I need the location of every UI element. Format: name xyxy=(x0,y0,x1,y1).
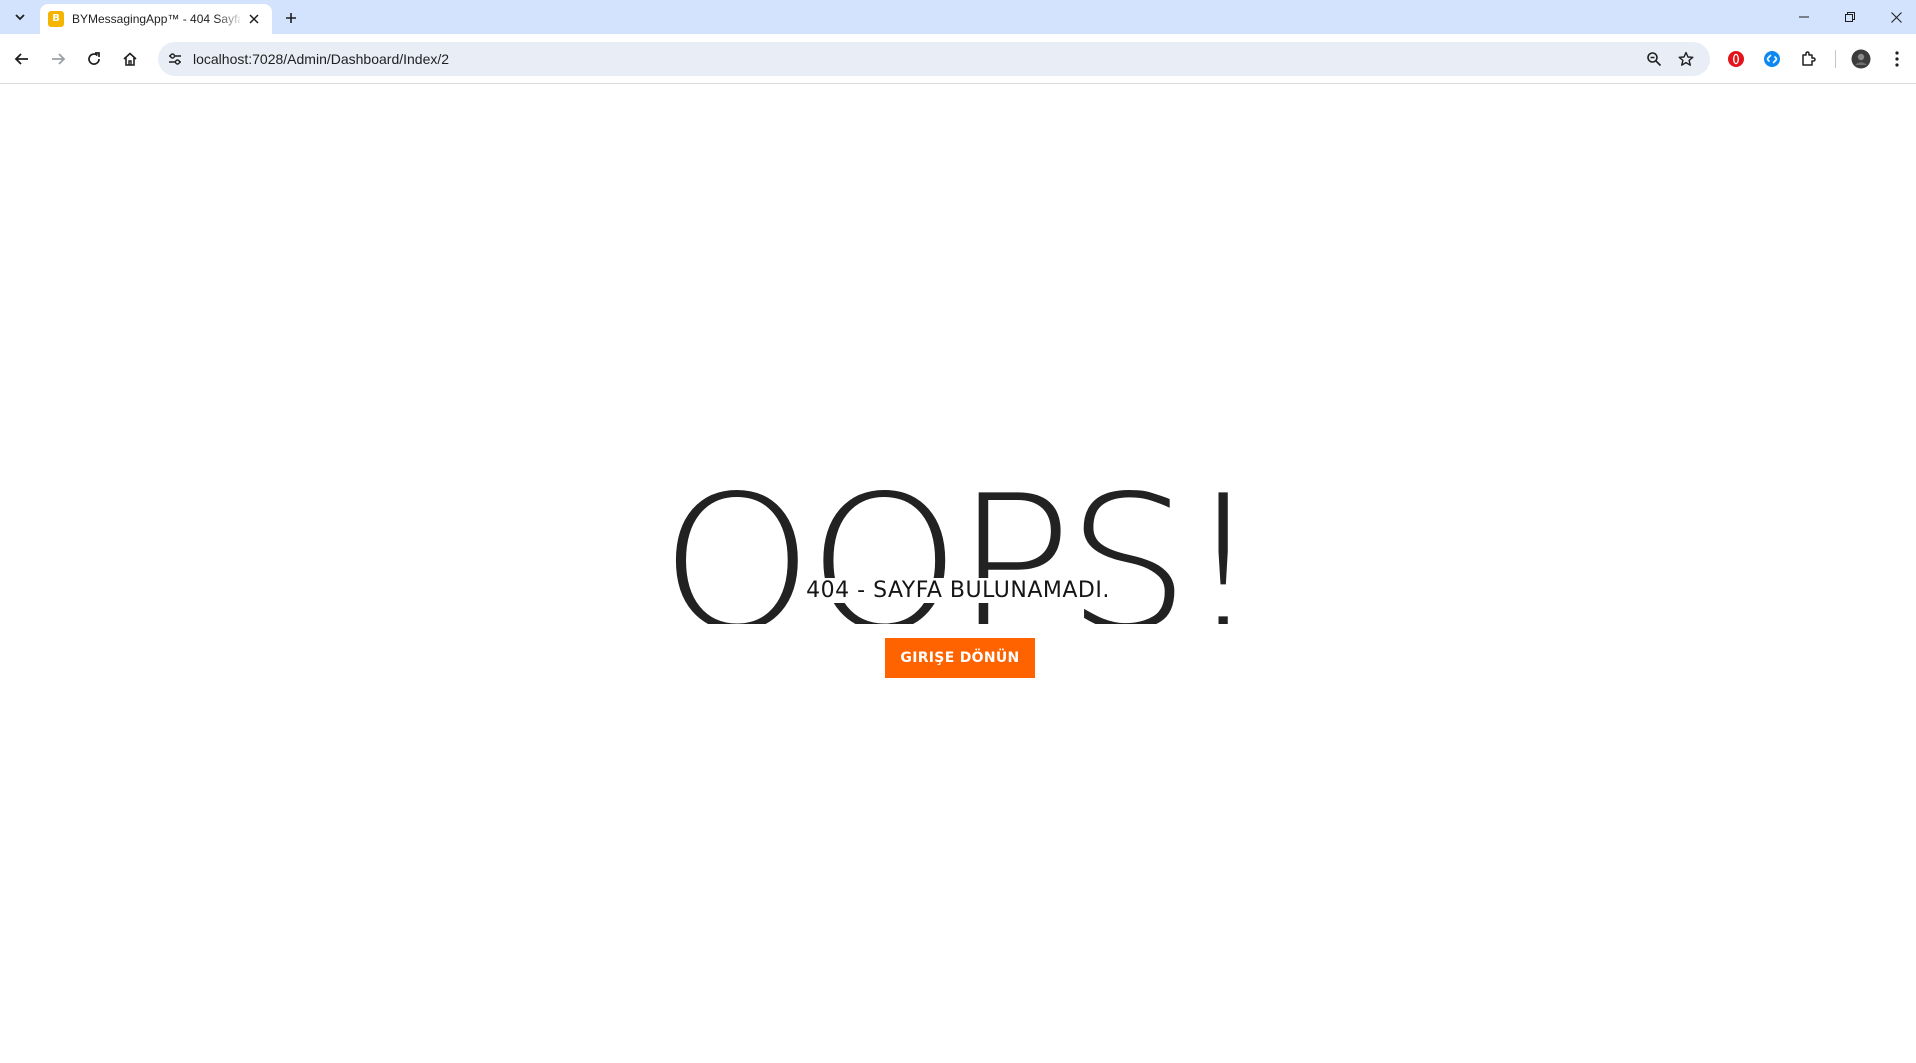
tab-list-button[interactable] xyxy=(8,6,32,28)
kebab-menu-icon xyxy=(1895,51,1899,67)
close-icon xyxy=(249,14,259,24)
puzzle-icon xyxy=(1802,51,1816,66)
shazam-extension-button[interactable] xyxy=(1761,48,1783,70)
extensions-button[interactable] xyxy=(1798,48,1820,70)
bookmark-button[interactable] xyxy=(1676,49,1696,69)
opera-extension-button[interactable] xyxy=(1725,48,1747,70)
tab-strip: B BYMessagingApp™ - 404 Sayfa Bulunamadı xyxy=(0,0,1916,34)
error-subtitle-text: 404 - SAYFA BULUNAMADI. xyxy=(804,578,1112,603)
home-button[interactable] xyxy=(116,45,144,73)
error-subtitle: 404 - SAYFA BULUNAMADI. xyxy=(658,578,1258,603)
zoom-icon xyxy=(1647,52,1662,67)
page-content: OOPS! 404 - SAYFA BULUNAMADI. GIRIŞE DÖN… xyxy=(0,84,1916,1063)
active-tab[interactable]: B BYMessagingApp™ - 404 Sayfa Bulunamadı xyxy=(40,4,272,34)
new-tab-button[interactable] xyxy=(280,7,302,29)
tab-close-button[interactable] xyxy=(246,11,262,27)
shazam-extension-icon xyxy=(1764,51,1780,67)
plus-icon xyxy=(286,13,296,23)
close-window-icon xyxy=(1890,11,1902,23)
reload-icon xyxy=(88,52,100,65)
home-icon xyxy=(123,52,137,66)
zoom-button[interactable] xyxy=(1644,49,1664,69)
site-info-button[interactable] xyxy=(166,50,184,68)
not-found-block: OOPS! 404 - SAYFA BULUNAMADI. GIRIŞE DÖN… xyxy=(658,474,1258,774)
browser-menu-button[interactable] xyxy=(1886,48,1908,70)
profile-button[interactable] xyxy=(1850,48,1872,70)
toolbar-separator xyxy=(1835,50,1836,68)
back-button[interactable] xyxy=(8,45,36,73)
tune-icon xyxy=(169,53,181,65)
star-icon xyxy=(1678,51,1694,66)
avatar xyxy=(1851,49,1871,69)
arrow-left-icon xyxy=(14,53,28,65)
opera-extension-icon xyxy=(1728,51,1744,67)
forward-button[interactable] xyxy=(44,45,72,73)
reload-button[interactable] xyxy=(80,45,108,73)
arrow-right-icon xyxy=(52,53,66,65)
close-window-button[interactable] xyxy=(1873,0,1916,34)
address-bar[interactable]: localhost:7028/Admin/Dashboard/Index/2 xyxy=(158,42,1710,76)
back-to-login-button[interactable]: GIRIŞE DÖNÜN xyxy=(885,638,1035,678)
url-text[interactable]: localhost:7028/Admin/Dashboard/Index/2 xyxy=(193,51,449,67)
minimize-button[interactable] xyxy=(1781,0,1827,34)
tab-favicon: B xyxy=(48,11,64,27)
tab-title: BYMessagingApp™ - 404 Sayfa Bulunamadı xyxy=(72,12,240,26)
chevron-down-icon xyxy=(15,14,25,21)
minimize-icon xyxy=(1799,16,1809,18)
restore-icon xyxy=(1845,12,1855,22)
restore-button[interactable] xyxy=(1827,0,1873,34)
tab-title-fade xyxy=(216,8,244,28)
browser-toolbar: localhost:7028/Admin/Dashboard/Index/2 xyxy=(0,34,1916,84)
